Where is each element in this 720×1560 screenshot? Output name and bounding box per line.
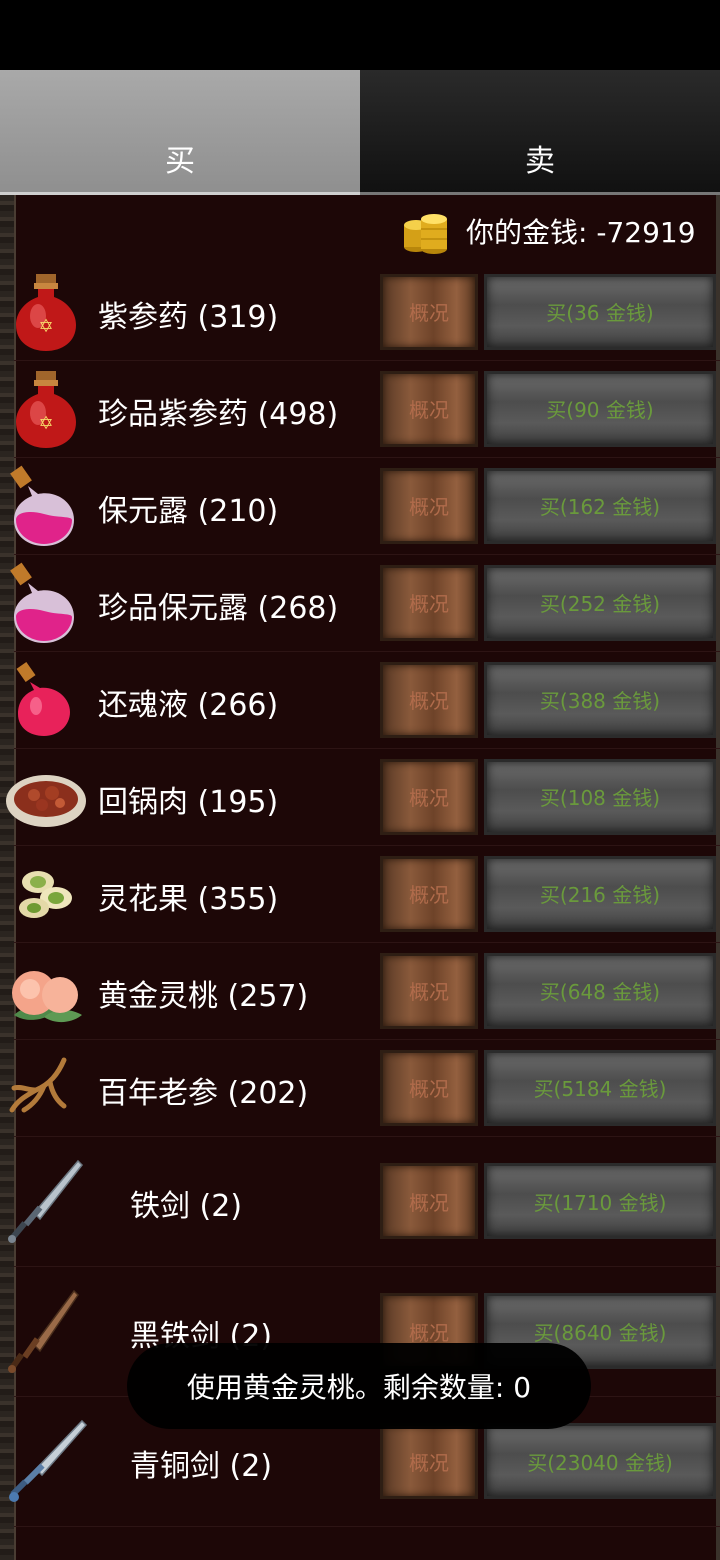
item-name: 保元露 (210) xyxy=(98,493,279,529)
item-name: 黄金灵桃 (257) xyxy=(98,978,309,1014)
buy-button-label: 买(108 金钱) xyxy=(539,786,661,810)
buy-button-label: 买(162 金钱) xyxy=(539,495,661,519)
toast-message: 使用黄金灵桃。剩余数量: 0 xyxy=(127,1343,591,1429)
money-display: 你的金钱: -72919 xyxy=(400,203,696,259)
info-button-label: 概况 xyxy=(409,786,449,810)
info-button-label: 概况 xyxy=(409,1450,449,1475)
info-button-label: 概况 xyxy=(409,1077,449,1101)
item-name: 灵花果 (355) xyxy=(98,881,279,917)
info-button[interactable]: 概况 xyxy=(380,758,478,835)
buy-button[interactable]: 买(23040 金钱) xyxy=(484,1423,716,1499)
buy-button[interactable]: 买(36 金钱) xyxy=(484,273,716,350)
buy-button[interactable]: 买(5184 金钱) xyxy=(484,1049,716,1126)
info-button[interactable]: 概况 xyxy=(380,952,478,1029)
info-button[interactable]: 概况 xyxy=(380,1049,478,1126)
shop-item-row: 珍品保元露 (268) 概况 买(252 金钱) xyxy=(10,554,720,652)
status-bar xyxy=(0,0,720,70)
buy-button-label: 买(5184 金钱) xyxy=(533,1077,667,1101)
gold-coins-icon xyxy=(400,205,452,257)
info-button[interactable]: 概况 xyxy=(380,855,478,932)
shop-item-row: 灵花果 (355) 概况 买(216 金钱) xyxy=(14,845,720,943)
buy-button-label: 买(388 金钱) xyxy=(539,689,661,713)
buy-button[interactable]: 买(388 金钱) xyxy=(484,661,716,738)
pink-flask-icon xyxy=(4,561,88,645)
info-button-label: 概况 xyxy=(409,495,449,519)
info-button[interactable]: 概况 xyxy=(380,661,478,738)
item-name: 珍品保元露 (268) xyxy=(98,590,339,626)
buy-button[interactable]: 买(108 金钱) xyxy=(484,758,716,835)
buy-button[interactable]: 买(252 金钱) xyxy=(484,564,716,641)
tab-sell-label: 卖 xyxy=(525,144,555,179)
tab-bar: 买 卖 xyxy=(0,70,720,195)
info-button-label: 概况 xyxy=(409,883,449,907)
info-button[interactable]: 概况 xyxy=(380,1163,478,1239)
toast-text: 使用黄金灵桃。剩余数量: 0 xyxy=(186,1371,532,1404)
buy-button[interactable]: 买(216 金钱) xyxy=(484,855,716,932)
item-name: 珍品紫参药 (498) xyxy=(98,396,339,432)
info-button-label: 概况 xyxy=(409,980,449,1004)
info-button[interactable]: 概况 xyxy=(380,1423,478,1499)
info-button[interactable]: 概况 xyxy=(380,467,478,544)
shop-item-row: 黄金灵桃 (257) 概况 买(648 金钱) xyxy=(12,942,720,1040)
ginseng-icon xyxy=(4,1046,88,1130)
info-button-label: 概况 xyxy=(409,1190,449,1215)
shop-item-row: 还魂液 (266) 概况 买(388 金钱) xyxy=(14,651,720,749)
buy-button[interactable]: 买(1710 金钱) xyxy=(484,1163,716,1239)
item-name: 回锅肉 (195) xyxy=(98,784,279,820)
shop-item-row: 铁剑 (2) 概况 买(1710 金钱) xyxy=(8,1136,720,1267)
iron-sword-icon xyxy=(4,1141,88,1261)
money-label: 你的金钱: -72919 xyxy=(466,216,696,249)
tab-buy-label: 买 xyxy=(165,144,195,179)
info-button-label: 概况 xyxy=(409,592,449,616)
pink-flask-icon xyxy=(4,464,88,548)
svg-text:✡: ✡ xyxy=(38,316,53,337)
shop-item-row: 百年老参 (202) 概况 买(5184 金钱) xyxy=(9,1039,720,1137)
red-potion-icon: ✡ xyxy=(4,367,88,451)
item-name: 百年老参 (202) xyxy=(98,1075,309,1111)
shop-item-row: ✡ 紫参药 (319) 概况 买(36 金钱) xyxy=(14,263,720,361)
buy-button-label: 买(216 金钱) xyxy=(539,883,661,907)
item-name: 铁剑 (2) xyxy=(130,1189,243,1224)
pistachio-icon xyxy=(4,852,88,936)
info-button-label: 概况 xyxy=(409,301,449,325)
item-name: 还魂液 (266) xyxy=(98,687,279,723)
black-iron-sword-icon xyxy=(4,1271,88,1391)
buy-button[interactable]: 买(648 金钱) xyxy=(484,952,716,1029)
info-button-label: 概况 xyxy=(409,398,449,422)
red-flask-icon xyxy=(4,658,88,742)
buy-button-label: 买(648 金钱) xyxy=(539,980,661,1004)
item-name: 青铜剑 (2) xyxy=(130,1449,273,1484)
info-button-label: 概况 xyxy=(409,689,449,713)
buy-button-label: 买(8640 金钱) xyxy=(533,1320,667,1345)
peach-icon xyxy=(4,949,88,1033)
meat-plate-icon xyxy=(4,755,88,839)
buy-button-label: 买(90 金钱) xyxy=(546,398,654,422)
info-button[interactable]: 概况 xyxy=(380,564,478,641)
buy-button-label: 买(1710 金钱) xyxy=(533,1190,667,1215)
shop-item-row: 回锅肉 (195) 概况 买(108 金钱) xyxy=(6,748,720,846)
shop-item-row: 保元露 (210) 概况 买(162 金钱) xyxy=(10,457,720,555)
red-potion-icon: ✡ xyxy=(4,270,88,354)
buy-button[interactable]: 买(90 金钱) xyxy=(484,370,716,447)
info-button-label: 概况 xyxy=(409,1320,449,1345)
shop-item-row: ✡ 珍品紫参药 (498) 概况 买(90 金钱) xyxy=(14,360,720,458)
buy-button-label: 买(36 金钱) xyxy=(546,301,654,325)
buy-button[interactable]: 买(162 金钱) xyxy=(484,467,716,544)
bronze-sword-icon xyxy=(4,1401,88,1521)
item-name: 紫参药 (319) xyxy=(98,299,279,335)
tab-buy[interactable]: 买 xyxy=(0,70,360,195)
tab-sell[interactable]: 卖 xyxy=(360,70,720,195)
buy-button-label: 买(252 金钱) xyxy=(539,592,661,616)
info-button[interactable]: 概况 xyxy=(380,273,478,350)
svg-text:✡: ✡ xyxy=(38,413,53,434)
buy-button-label: 买(23040 金钱) xyxy=(527,1450,673,1475)
info-button[interactable]: 概况 xyxy=(380,370,478,447)
